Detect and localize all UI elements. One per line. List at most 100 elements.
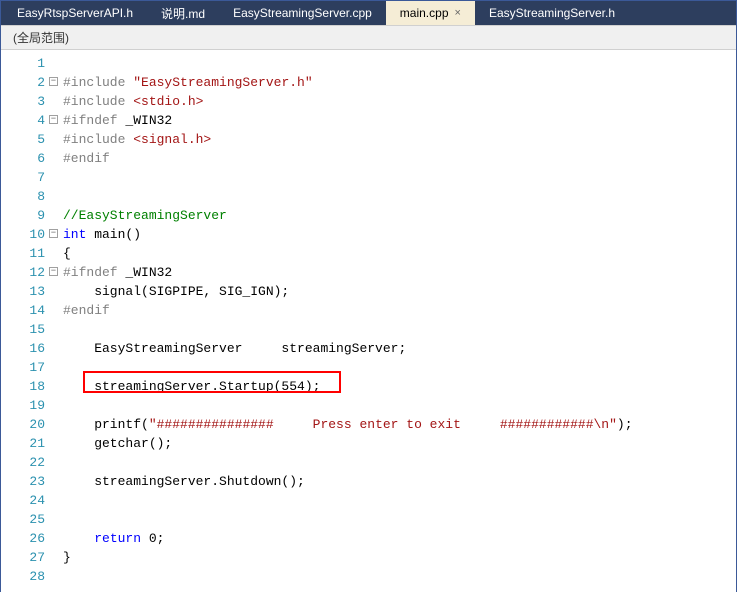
code-line[interactable] [63,54,736,73]
line-number: 22 [1,453,45,472]
code-line[interactable]: #include <signal.h> [63,130,736,149]
code-token: <stdio.h> [133,94,203,109]
tab-EasyStreamingServer-h[interactable]: EasyStreamingServer.h [475,1,629,25]
code-line[interactable]: EasyStreamingServer streamingServer; [63,339,736,358]
code-line[interactable]: streamingServer.Shutdown(); [63,472,736,491]
code-line[interactable]: #include "EasyStreamingServer.h" [63,73,736,92]
tab-说明-md[interactable]: 说明.md [147,1,219,25]
code-token: main() [86,227,141,242]
tab-label: EasyStreamingServer.h [489,6,615,20]
code-line[interactable]: #ifndef _WIN32 [63,111,736,130]
code-token: signal(SIGPIPE, SIG_IGN); [63,284,289,299]
line-number: 3 [1,92,45,111]
tab-label: main.cpp [400,6,449,20]
code-line[interactable] [63,453,736,472]
code-token: int [63,227,86,242]
line-number-gutter: 1234567891011121314151617181920212223242… [1,50,63,592]
code-token: streamingServer.Shutdown(); [63,474,305,489]
code-line[interactable] [63,396,736,415]
code-line[interactable] [63,168,736,187]
line-number: 13 [1,282,45,301]
code-token: #include [63,94,133,109]
line-number: 23 [1,472,45,491]
code-line[interactable] [63,567,736,586]
fold-toggle-icon[interactable]: − [49,115,58,124]
line-number: 4 [1,111,45,130]
code-editor[interactable]: 1234567891011121314151617181920212223242… [1,50,736,592]
code-token: #ifndef [63,265,118,280]
code-line[interactable]: #ifndef _WIN32 [63,263,736,282]
code-line[interactable]: signal(SIGPIPE, SIG_IGN); [63,282,736,301]
line-number: 25 [1,510,45,529]
code-token: #include [63,75,133,90]
line-number: 19 [1,396,45,415]
line-number: 15 [1,320,45,339]
code-token: #endif [63,151,110,166]
code-token: { [63,246,71,261]
line-number: 9 [1,206,45,225]
line-number: 21 [1,434,45,453]
fold-toggle-icon[interactable]: − [49,229,58,238]
line-number: 8 [1,187,45,206]
code-token: EasyStreamingServer streamingServer; [63,341,406,356]
code-line[interactable] [63,320,736,339]
code-line[interactable]: getchar(); [63,434,736,453]
line-number: 26 [1,529,45,548]
code-token: <signal.h> [133,132,211,147]
code-token: return [94,531,141,546]
tab-EasyRtspServerAPI-h[interactable]: EasyRtspServerAPI.h [3,1,147,25]
code-token: #ifndef [63,113,118,128]
line-number: 28 [1,567,45,586]
line-number: 27 [1,548,45,567]
line-number: 18 [1,377,45,396]
line-number: 5 [1,130,45,149]
line-number: 7 [1,168,45,187]
tab-bar: EasyRtspServerAPI.h说明.mdEasyStreamingSer… [1,1,736,25]
line-number: 20 [1,415,45,434]
line-number: 24 [1,491,45,510]
code-line[interactable] [63,187,736,206]
tab-EasyStreamingServer-cpp[interactable]: EasyStreamingServer.cpp [219,1,386,25]
line-number: 1 [1,54,45,73]
line-number: 17 [1,358,45,377]
scope-dropdown[interactable]: (全局范围) [1,25,736,50]
code-token: getchar(); [63,436,172,451]
code-token: "EasyStreamingServer.h" [133,75,312,90]
code-token: streamingServer.Startup(554); [63,379,320,394]
code-line[interactable]: { [63,244,736,263]
line-number: 11 [1,244,45,263]
fold-toggle-icon[interactable]: − [49,267,58,276]
code-token: printf( [63,417,149,432]
line-number: 10 [1,225,45,244]
code-token: _WIN32 [118,113,173,128]
fold-toggle-icon[interactable]: − [49,77,58,86]
code-line[interactable]: #include <stdio.h> [63,92,736,111]
code-line[interactable]: printf("############### Press enter to e… [63,415,736,434]
code-token: ); [617,417,633,432]
close-icon[interactable]: × [455,7,461,19]
code-line[interactable]: #endif [63,149,736,168]
code-line[interactable]: //EasyStreamingServer [63,206,736,225]
scope-label: (全局范围) [13,31,69,45]
code-line[interactable] [63,510,736,529]
code-line[interactable]: streamingServer.Startup(554); [63,377,736,396]
code-line[interactable]: int main() [63,225,736,244]
code-token: "############### Press enter to exit ###… [149,417,617,432]
line-number: 14 [1,301,45,320]
code-line[interactable] [63,358,736,377]
code-token: } [63,550,71,565]
code-token: #endif [63,303,110,318]
line-number: 2 [1,73,45,92]
code-token [63,531,94,546]
code-line[interactable]: return 0; [63,529,736,548]
code-token: 0; [141,531,164,546]
code-line[interactable] [63,491,736,510]
code-token: //EasyStreamingServer [63,208,227,223]
code-token: #include [63,132,133,147]
code-token: _WIN32 [118,265,173,280]
code-line[interactable]: #endif [63,301,736,320]
code-line[interactable]: } [63,548,736,567]
code-area[interactable]: #include "EasyStreamingServer.h"#include… [63,50,736,592]
tab-main-cpp[interactable]: main.cpp × [386,1,475,25]
line-number: 16 [1,339,45,358]
